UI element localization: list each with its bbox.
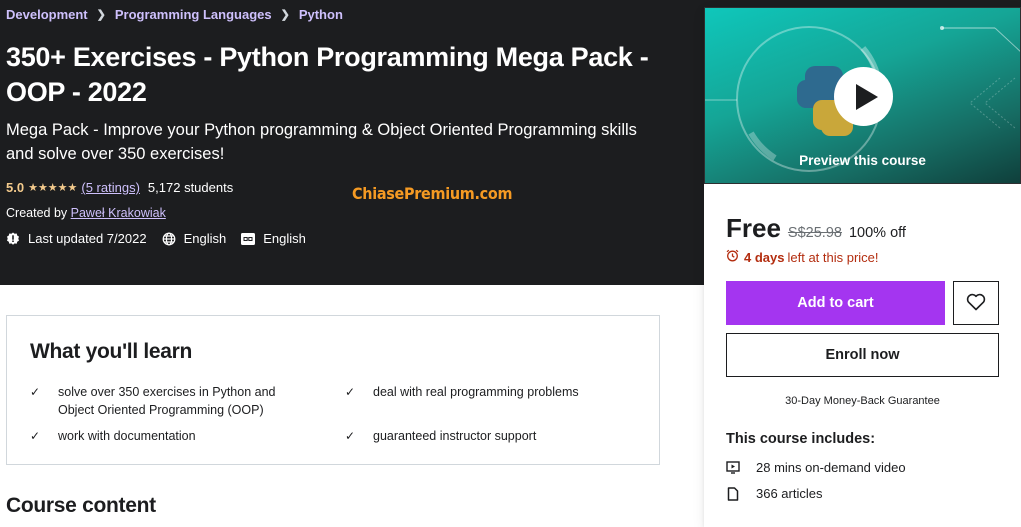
chevron-right-icon: ❯ <box>280 9 290 21</box>
enroll-now-button[interactable]: Enroll now <box>726 333 999 377</box>
course-meta: Last updated 7/2022 English English <box>6 231 321 246</box>
learn-item: ✓ solve over 350 exercises in Python and… <box>30 383 308 419</box>
course-title: 350+ Exercises - Python Programming Mega… <box>6 42 649 107</box>
what-youll-learn-box: What you'll learn ✓ solve over 350 exerc… <box>6 315 660 465</box>
learn-item-text: solve over 350 exercises in Python and O… <box>58 385 276 417</box>
current-price: Free <box>726 213 781 243</box>
original-price: S$25.98 <box>787 225 842 241</box>
language-text: English <box>183 231 227 246</box>
students-count: 5,172 students <box>147 180 234 195</box>
heart-icon <box>966 293 986 314</box>
course-content-title: Course content <box>6 494 156 517</box>
chevron-right-icon: ❯ <box>96 9 106 21</box>
play-icon <box>855 83 878 110</box>
breadcrumb-python[interactable]: Python <box>299 7 343 22</box>
course-preview-video[interactable]: Preview this course <box>704 7 1021 184</box>
preview-label: Preview this course <box>799 153 926 168</box>
checkmark-icon: ✓ <box>345 385 356 399</box>
rating-score: 5.0 <box>6 180 25 195</box>
add-to-cart-button[interactable]: Add to cart <box>726 281 945 325</box>
learn-item-text: deal with real programming problems <box>373 385 579 399</box>
watermark-text: ChiasePremium.com <box>352 184 513 203</box>
breadcrumb-programming-languages[interactable]: Programming Languages <box>115 7 272 22</box>
course-subtitle: Mega Pack - Improve your Python programm… <box>6 121 637 163</box>
created-by: Created by Paweł Krakowiak <box>6 206 166 220</box>
learn-item-text: work with documentation <box>58 429 196 443</box>
learn-item: ✓ guaranteed instructor support <box>345 427 623 445</box>
rating-row: 5.0 ★★★★★ (5 ratings) 5,172 students <box>6 180 233 195</box>
language: English <box>162 231 227 246</box>
wishlist-button[interactable] <box>953 281 999 325</box>
video-icon <box>726 461 740 475</box>
learn-item: ✓ deal with real programming problems <box>345 383 623 401</box>
includes-item-text: 366 articles <box>756 486 823 501</box>
instructor-link[interactable]: Paweł Krakowiak <box>71 206 166 220</box>
includes-item: 366 articles <box>726 486 822 501</box>
captions-text: English <box>263 231 306 246</box>
discount-percent: 100% off <box>848 225 906 241</box>
alarm-clock-icon <box>726 249 739 265</box>
last-updated: Last updated 7/2022 <box>6 231 147 246</box>
alert-badge-icon <box>6 232 20 246</box>
learn-title: What you'll learn <box>30 340 193 363</box>
checkmark-icon: ✓ <box>345 429 356 443</box>
purchase-sidebar: Preview this course Free S$25.98 100% of… <box>704 7 1021 527</box>
includes-title: This course includes: <box>726 431 876 447</box>
breadcrumb: Development ❯ Programming Languages ❯ Py… <box>6 7 343 22</box>
timer-days: 4 days <box>744 249 785 265</box>
price-row: Free S$25.98 100% off <box>726 213 906 244</box>
learn-item-text: guaranteed instructor support <box>373 429 537 443</box>
last-updated-text: Last updated 7/2022 <box>28 231 147 246</box>
ratings-link[interactable]: (5 ratings) <box>81 180 140 195</box>
checkmark-icon: ✓ <box>30 385 41 399</box>
includes-item: 28 mins on-demand video <box>726 460 906 475</box>
breadcrumb-development[interactable]: Development <box>6 7 88 22</box>
closed-captions-icon <box>241 232 256 246</box>
timer-text: left at this price! <box>787 249 879 265</box>
price-timer: 4 days left at this price! <box>726 249 879 265</box>
star-rating-icon: ★★★★★ <box>28 182 78 194</box>
created-by-label: Created by <box>6 206 68 220</box>
includes-item-text: 28 mins on-demand video <box>756 460 906 475</box>
play-button[interactable] <box>834 67 893 126</box>
file-icon <box>726 486 740 501</box>
globe-icon <box>162 232 176 246</box>
captions: English <box>241 231 306 246</box>
money-back-guarantee: 30-Day Money-Back Guarantee <box>785 395 940 407</box>
checkmark-icon: ✓ <box>30 429 41 443</box>
learn-item: ✓ work with documentation <box>30 427 308 445</box>
